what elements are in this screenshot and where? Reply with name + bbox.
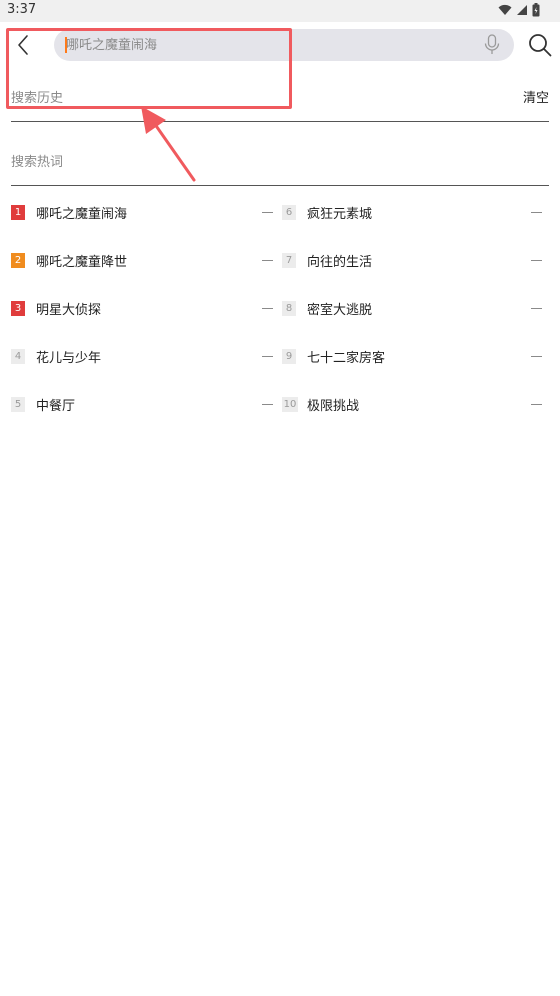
trend-flat-icon bbox=[262, 356, 273, 357]
back-button[interactable] bbox=[10, 32, 36, 58]
trend-flat-icon bbox=[262, 308, 273, 309]
chevron-left-icon bbox=[18, 35, 28, 55]
voice-search-button[interactable] bbox=[480, 33, 504, 57]
trend-flat-icon bbox=[531, 260, 542, 261]
hot-search-item[interactable]: 8 密室大逃脱 bbox=[282, 296, 542, 322]
history-divider bbox=[11, 121, 549, 122]
hot-search-item[interactable]: 4 花儿与少年 bbox=[11, 344, 273, 370]
status-icons bbox=[498, 3, 540, 17]
trend-flat-icon bbox=[262, 260, 273, 261]
hot-search-label: 七十二家房客 bbox=[307, 351, 386, 366]
hot-search-label: 疯狂元素城 bbox=[307, 207, 373, 222]
rank-badge: 1 bbox=[11, 205, 25, 220]
trend-flat-icon bbox=[262, 212, 273, 213]
rank-badge: 9 bbox=[282, 349, 296, 364]
trend-flat-icon bbox=[531, 308, 542, 309]
search-field[interactable] bbox=[54, 29, 514, 61]
hot-search-title: 搜索热词 bbox=[11, 155, 64, 170]
status-bar: 3:37 bbox=[0, 0, 560, 22]
battery-icon bbox=[532, 3, 540, 17]
wifi-icon bbox=[498, 4, 512, 15]
search-button[interactable] bbox=[527, 32, 553, 58]
hot-search-label: 明星大侦探 bbox=[36, 303, 102, 318]
trend-flat-icon bbox=[531, 212, 542, 213]
hot-divider bbox=[11, 185, 549, 186]
rank-badge: 6 bbox=[282, 205, 296, 220]
hot-search-header: 搜索热词 bbox=[11, 149, 549, 173]
rank-badge: 10 bbox=[282, 397, 298, 412]
hot-search-item[interactable]: 6 疯狂元素城 bbox=[282, 200, 542, 226]
hot-search-label: 哪吒之魔童降世 bbox=[36, 255, 128, 270]
hot-search-label: 中餐厅 bbox=[36, 399, 76, 414]
status-time: 3:37 bbox=[7, 2, 37, 17]
search-input[interactable] bbox=[66, 29, 466, 61]
hot-search-item[interactable]: 1 哪吒之魔童闹海 bbox=[11, 200, 273, 226]
trend-flat-icon bbox=[531, 356, 542, 357]
hot-search-item[interactable]: 10 极限挑战 bbox=[282, 392, 542, 418]
hot-search-item[interactable]: 2 哪吒之魔童降世 bbox=[11, 248, 273, 274]
clear-history-button[interactable]: 清空 bbox=[523, 87, 549, 106]
hot-search-item[interactable]: 5 中餐厅 bbox=[11, 392, 273, 418]
microphone-icon bbox=[484, 34, 500, 54]
hot-search-item[interactable]: 3 明星大侦探 bbox=[11, 296, 273, 322]
rank-badge: 3 bbox=[11, 301, 25, 316]
hot-search-item[interactable]: 7 向往的生活 bbox=[282, 248, 542, 274]
rank-badge: 7 bbox=[282, 253, 296, 268]
signal-icon bbox=[517, 5, 527, 15]
hot-search-item[interactable]: 9 七十二家房客 bbox=[282, 344, 542, 370]
rank-badge: 4 bbox=[11, 349, 25, 364]
hot-search-label: 密室大逃脱 bbox=[307, 303, 373, 318]
trend-flat-icon bbox=[262, 404, 273, 405]
search-icon bbox=[529, 34, 552, 57]
rank-badge: 2 bbox=[11, 253, 25, 268]
hot-search-label: 极限挑战 bbox=[307, 399, 360, 414]
hot-search-label: 花儿与少年 bbox=[36, 351, 102, 366]
hot-search-label: 向往的生活 bbox=[307, 255, 373, 270]
search-bar bbox=[0, 22, 560, 70]
rank-badge: 8 bbox=[282, 301, 296, 316]
trend-flat-icon bbox=[531, 404, 542, 405]
search-history-header: 搜索历史 清空 bbox=[11, 85, 549, 109]
hot-search-label: 哪吒之魔童闹海 bbox=[36, 207, 128, 222]
rank-badge: 5 bbox=[11, 397, 25, 412]
search-history-title: 搜索历史 bbox=[11, 91, 64, 106]
